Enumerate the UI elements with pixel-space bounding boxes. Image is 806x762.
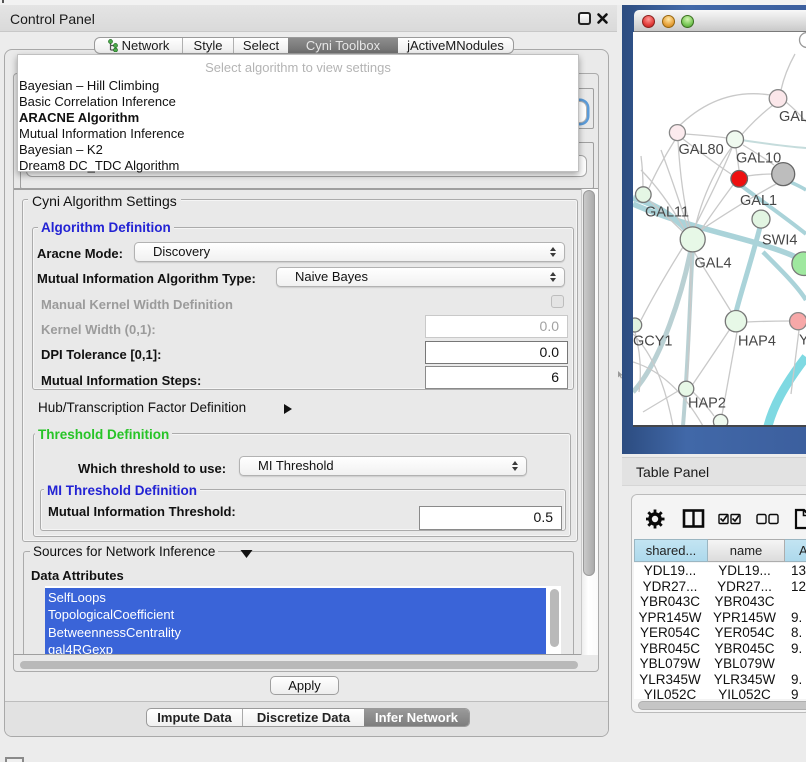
svg-text:Y: Y bbox=[799, 332, 806, 348]
svg-text:GAL2: GAL2 bbox=[779, 109, 806, 125]
svg-text:GAL80: GAL80 bbox=[679, 142, 724, 158]
svg-text:GAL10: GAL10 bbox=[736, 150, 781, 166]
svg-text:GAL11: GAL11 bbox=[645, 205, 689, 221]
svg-text:SWI4: SWI4 bbox=[762, 232, 797, 248]
svg-text:GAL4: GAL4 bbox=[695, 256, 732, 272]
svg-text:GCY1: GCY1 bbox=[633, 333, 673, 349]
svg-text:GAL1: GAL1 bbox=[740, 193, 777, 209]
svg-text:HAP4: HAP4 bbox=[738, 333, 776, 349]
svg-text:HAP2: HAP2 bbox=[688, 396, 726, 412]
